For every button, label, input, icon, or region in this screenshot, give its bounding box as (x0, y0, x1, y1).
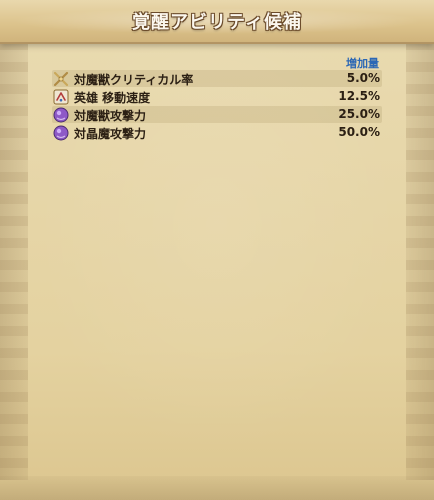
ornate-border-bottom (0, 476, 434, 500)
ability-value: 5.0% (346, 71, 380, 85)
ability-label: 対魔獣クリティカル率 (74, 73, 194, 87)
purple-orb-icon (52, 124, 70, 142)
list-item: 対魔獣クリティカル率 5.0% (52, 70, 382, 87)
ability-value: 50.0% (338, 125, 380, 139)
page-title: 覚醒アビリティ候補 (132, 12, 302, 33)
ornate-border-left (0, 40, 28, 480)
scroll-panel: 覚醒アビリティ候補 増加量 対魔獣クリティカル率 5.0% 英雄 移動速度 12… (0, 0, 434, 500)
hero-card-icon (52, 88, 70, 106)
list-item: 英雄 移動速度 12.5% (52, 88, 382, 105)
purple-orb-icon (52, 106, 70, 124)
ornate-border-right (406, 40, 434, 480)
ability-label: 対晶魔攻撃力 (74, 127, 147, 141)
ability-candidate-list: 対魔獣クリティカル率 5.0% 英雄 移動速度 12.5% 対魔獣攻撃力 25.… (52, 70, 382, 142)
ability-value: 25.0% (338, 107, 380, 121)
title-banner: 覚醒アビリティ候補 (0, 0, 434, 44)
list-item: 対魔獣攻撃力 25.0% (52, 106, 382, 123)
ability-value: 12.5% (338, 89, 380, 103)
ability-label: 英雄 移動速度 (74, 91, 151, 105)
ability-label: 対魔獣攻撃力 (74, 109, 147, 123)
list-item: 対晶魔攻撃力 50.0% (52, 124, 382, 141)
increase-amount-header: 増加量 (346, 57, 379, 70)
crossed-swords-icon (52, 70, 70, 88)
